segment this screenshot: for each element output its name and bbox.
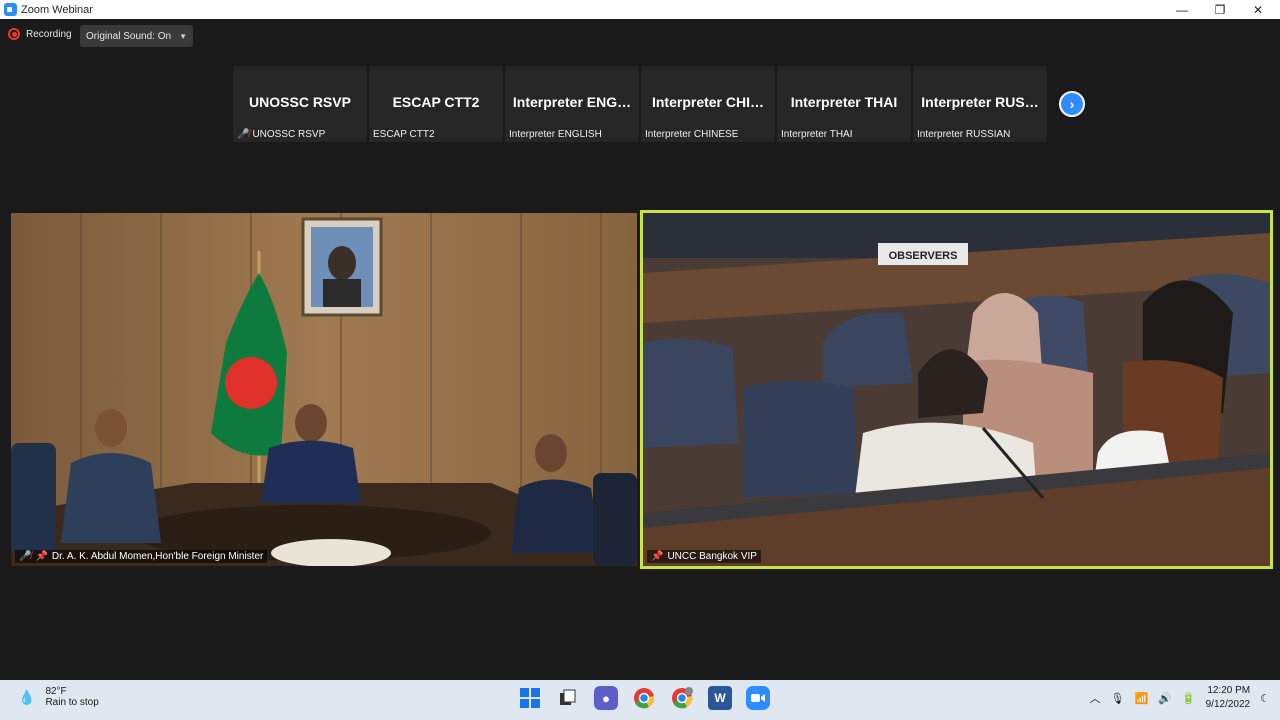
participant-label: ESCAP CTT2 xyxy=(373,129,435,140)
recording-label: Recording xyxy=(26,28,72,40)
rain-icon: 💧 xyxy=(18,688,36,705)
title-bar: Zoom Webinar — ❐ ✕ xyxy=(0,0,1280,19)
chevron-up-icon[interactable]: ︿ xyxy=(1090,690,1101,706)
recording-indicator[interactable]: Recording xyxy=(8,28,72,40)
participant-display-name: Interpreter THAI xyxy=(790,94,898,110)
focus-assist-icon[interactable]: ☾ xyxy=(1260,692,1270,705)
video-caption-text: Dr. A. K. Abdul Momen,Hon'ble Foreign Mi… xyxy=(51,551,264,562)
participant-tile[interactable]: UNOSSC RSVP 🎤̸ UNOSSC RSVP xyxy=(233,66,367,142)
participant-label: Interpreter THAI xyxy=(781,129,853,140)
observers-sign: OBSERVERS xyxy=(889,250,958,262)
chrome-profile-icon[interactable] xyxy=(670,686,694,710)
windows-taskbar: 💧 82°F Rain to stop ● W ︿ 🎙 📶 🔊 🔋 12:20 … xyxy=(0,680,1280,720)
wifi-icon[interactable]: 📶 xyxy=(1135,692,1149,705)
participant-tile[interactable]: Interpreter CHI… Interpreter CHINESE xyxy=(641,66,775,142)
video-feed-uncc-bangkok[interactable]: OBSERVERS 📌 UNCC Bangkok VIP xyxy=(640,210,1273,569)
participant-display-name: UNOSSC RSVP xyxy=(249,94,351,110)
participant-tile[interactable]: Interpreter RUS… Interpreter RUSSIAN xyxy=(913,66,1047,142)
clock-time: 12:20 PM xyxy=(1207,685,1251,696)
minimize-button[interactable]: — xyxy=(1162,0,1202,19)
zoom-icon[interactable] xyxy=(746,686,770,710)
participant-display-name: Interpreter CHI… xyxy=(651,94,765,110)
participant-label: Interpreter CHINESE xyxy=(645,129,739,140)
pin-icon: 📌 xyxy=(35,551,48,562)
pin-icon: 📌 xyxy=(651,551,664,562)
participant-label: Interpreter RUSSIAN xyxy=(917,129,1011,140)
video-feed-minister[interactable]: 🎤̸ 📌 Dr. A. K. Abdul Momen,Hon'ble Forei… xyxy=(11,213,637,566)
video-caption: 📌 UNCC Bangkok VIP xyxy=(647,550,761,563)
minister-video-image xyxy=(11,213,637,566)
next-page-button[interactable]: › xyxy=(1059,91,1085,117)
weather-widget[interactable]: 💧 82°F Rain to stop xyxy=(18,686,99,708)
windows-start-icon[interactable] xyxy=(518,686,542,710)
recording-bar: Recording Original Sound: On ▼ xyxy=(0,19,1280,53)
participant-label: Interpreter ENGLISH xyxy=(509,129,602,140)
window-title: Zoom Webinar xyxy=(21,3,93,16)
battery-icon[interactable]: 🔋 xyxy=(1182,692,1196,705)
taskbar-apps: ● W xyxy=(518,686,770,710)
microphone-icon[interactable]: 🎙 xyxy=(1111,692,1125,705)
teams-chat-icon[interactable]: ● xyxy=(594,686,618,710)
clock-date: 9/12/2022 xyxy=(1205,699,1251,710)
volume-icon[interactable]: 🔊 xyxy=(1158,692,1172,705)
original-sound-toggle[interactable]: Original Sound: On ▼ xyxy=(80,25,193,47)
weather-description: Rain to stop xyxy=(45,697,99,708)
video-caption: 🎤̸ 📌 Dr. A. K. Abdul Momen,Hon'ble Forei… xyxy=(15,550,268,563)
chevron-down-icon[interactable]: ▼ xyxy=(179,32,187,41)
participant-strip: UNOSSC RSVP 🎤̸ UNOSSC RSVP ESCAP CTT2 ESC… xyxy=(233,66,1047,142)
video-caption-text: UNCC Bangkok VIP xyxy=(667,551,757,562)
task-view-icon[interactable] xyxy=(556,686,580,710)
uncc-video-image: OBSERVERS xyxy=(643,213,1270,566)
word-icon[interactable]: W xyxy=(708,686,732,710)
weather-temperature: 82°F xyxy=(45,686,67,697)
original-sound-label: Original Sound: On xyxy=(86,30,172,42)
record-icon xyxy=(8,28,20,40)
participant-label: UNOSSC RSVP xyxy=(252,129,326,140)
participant-tile[interactable]: ESCAP CTT2 ESCAP CTT2 xyxy=(369,66,503,142)
zoom-app-icon xyxy=(4,3,17,16)
chevron-right-icon: › xyxy=(1069,96,1075,112)
muted-mic-icon: 🎤̸ xyxy=(19,551,32,562)
chrome-icon[interactable] xyxy=(632,686,656,710)
maximize-button[interactable]: ❐ xyxy=(1200,0,1240,19)
participant-display-name: Interpreter RUS… xyxy=(921,94,1039,110)
close-button[interactable]: ✕ xyxy=(1238,0,1278,19)
muted-mic-icon: 🎤̸ xyxy=(237,129,250,140)
participant-display-name: Interpreter ENG… xyxy=(512,94,632,110)
participant-display-name: ESCAP CTT2 xyxy=(392,94,480,110)
system-tray: ︿ 🎙 📶 🔊 🔋 12:20 PM 9/12/2022 ☾ xyxy=(1090,684,1270,712)
participant-tile[interactable]: Interpreter THAI Interpreter THAI xyxy=(777,66,911,142)
participant-tile[interactable]: Interpreter ENG… Interpreter ENGLISH xyxy=(505,66,639,142)
system-clock[interactable]: 12:20 PM 9/12/2022 xyxy=(1206,684,1251,712)
